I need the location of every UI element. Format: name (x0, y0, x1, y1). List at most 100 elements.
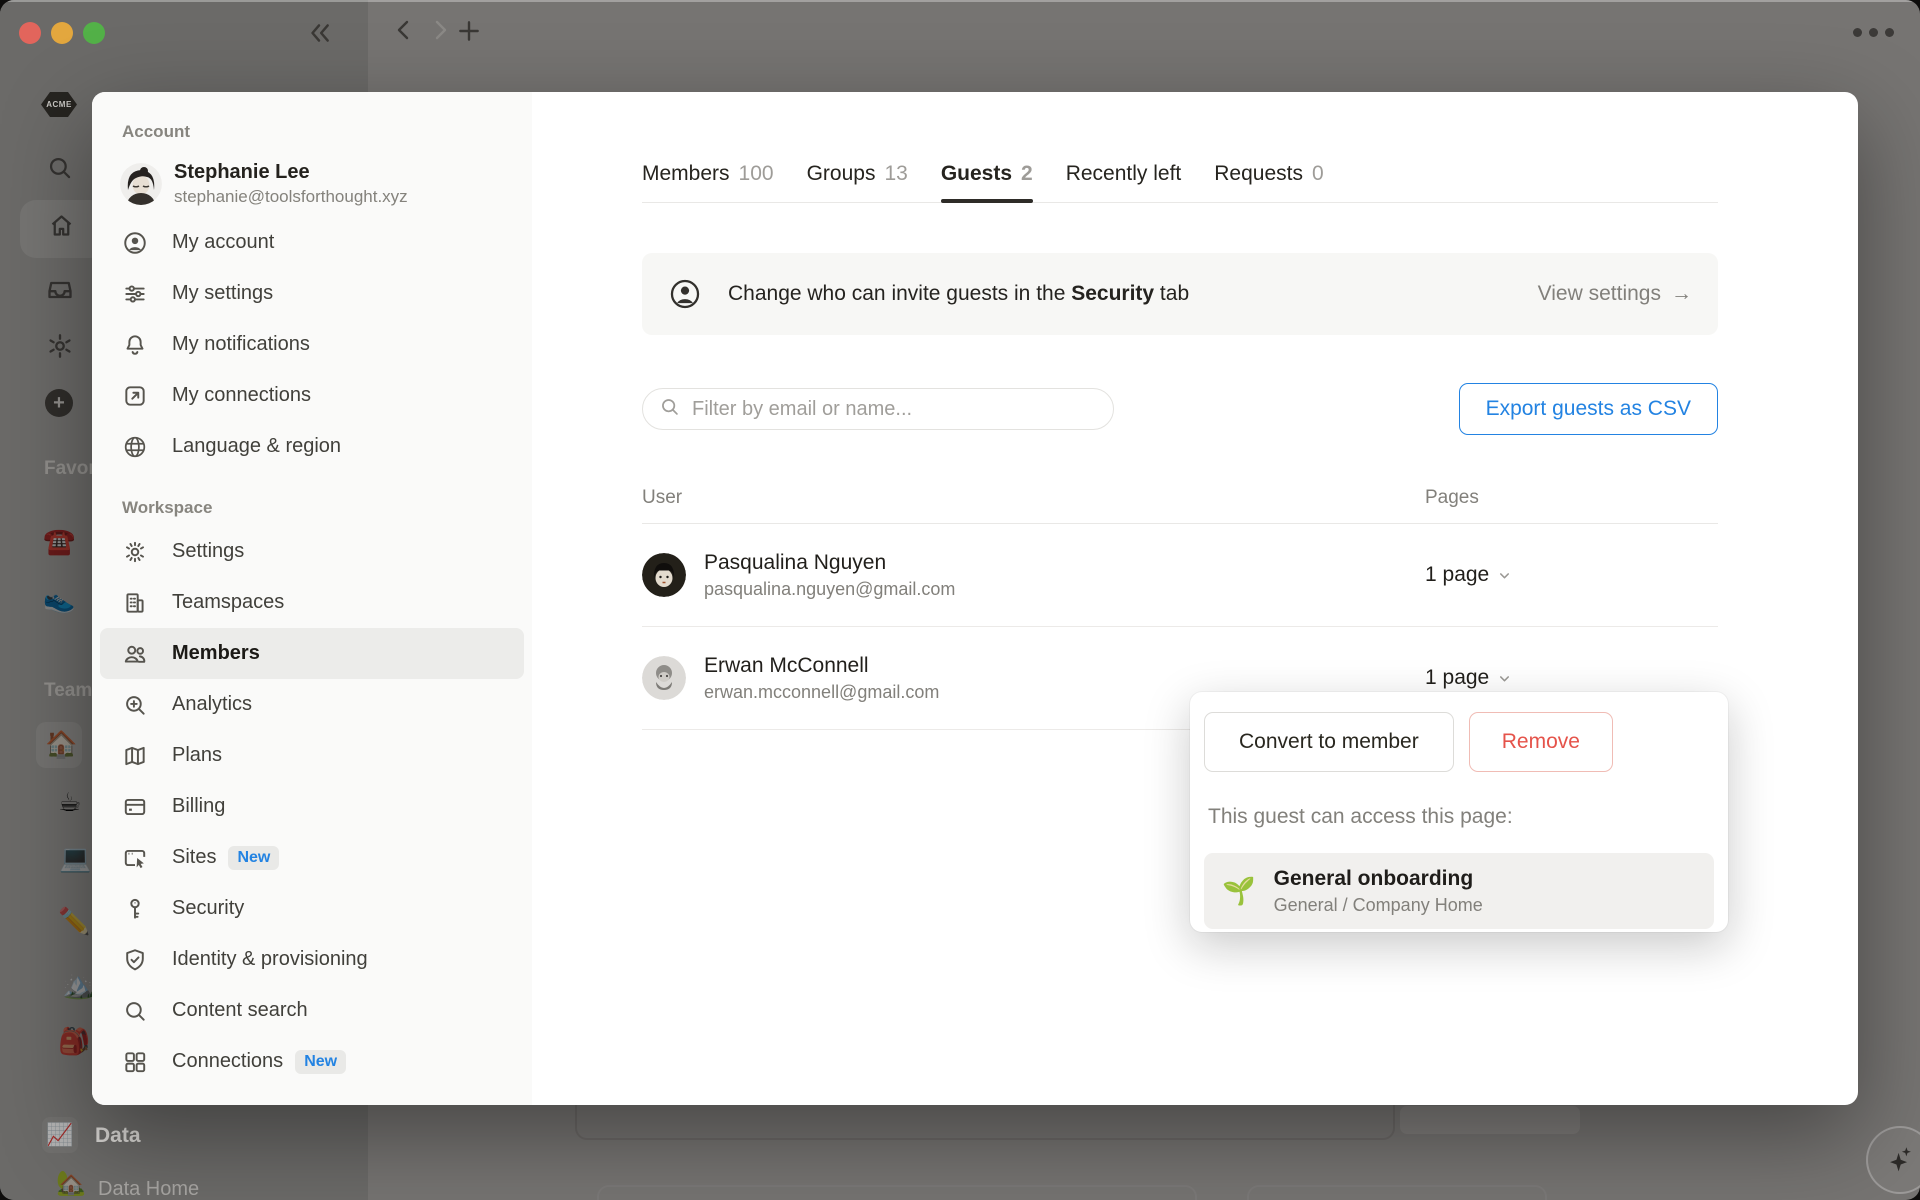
page-emoji-sneaker[interactable]: 👟 (43, 586, 75, 612)
sidebar-item-settings[interactable]: Settings (100, 526, 524, 577)
arrow-up-right-box-icon (122, 383, 148, 409)
sidebar-item-billing[interactable]: Billing (100, 781, 524, 832)
sidebar-item-my-connections[interactable]: My connections (100, 370, 524, 421)
guest-email: pasqualina.nguyen@gmail.com (704, 579, 956, 600)
background-card-fragment (1247, 1185, 1547, 1200)
map-icon (122, 743, 148, 769)
guest-pages-dropdown[interactable]: 1 page (1405, 666, 1718, 690)
tab-groups[interactable]: Groups 13 (807, 162, 908, 202)
tab-members[interactable]: Members 100 (642, 162, 774, 202)
shield-check-icon (122, 947, 148, 973)
members-tabs: Members 100 Groups 13 Guests 2 Recently lef… (642, 162, 1718, 203)
bell-icon (122, 332, 148, 358)
guest-access-caption: This guest can access this page: (1208, 805, 1513, 828)
page-breadcrumb: General / Company Home (1273, 895, 1483, 916)
ai-sparkle-button[interactable] (1866, 1126, 1920, 1194)
settings-sidebar: Account Stephanie Lee stephanie@toolsfor… (92, 92, 532, 1105)
minimize-window-button[interactable] (51, 22, 73, 44)
avatar (120, 162, 162, 205)
guest-access-page-item[interactable]: 🌱 General onboarding General / Company H… (1204, 853, 1714, 929)
key-icon (122, 896, 148, 922)
column-header-pages: Pages (1425, 487, 1479, 508)
background-button-fragment (1400, 1106, 1580, 1134)
sidebar-item-language-region[interactable]: Language & region (100, 421, 524, 472)
grid-icon (122, 1049, 148, 1075)
page-emoji-backpack[interactable]: 🎒 (58, 1028, 90, 1054)
magnifier-plus-icon (122, 692, 148, 718)
magnifier-icon (122, 998, 148, 1024)
tab-guests[interactable]: Guests 2 (940, 162, 1033, 203)
remove-guest-button[interactable]: Remove (1468, 712, 1613, 772)
more-menu-icon[interactable] (1853, 28, 1894, 37)
back-icon[interactable] (392, 18, 416, 42)
sidebar-item-content-search[interactable]: Content search (100, 985, 524, 1036)
guest-pages-dropdown[interactable]: 1 page (1405, 563, 1718, 587)
sidebar-item-security[interactable]: Security (100, 883, 524, 934)
guest-name: Erwan McConnell (704, 653, 869, 677)
column-header-user: User (642, 487, 683, 508)
page-emoji-pencil[interactable]: ✏️ (58, 908, 90, 934)
teamspaces-section-label: Teamspaces (44, 680, 92, 701)
new-badge: New (295, 1049, 347, 1074)
page-emoji-house[interactable]: 🏠 (45, 731, 77, 757)
data-page-label[interactable]: Data (95, 1124, 141, 1148)
page-title: General onboarding (1273, 866, 1474, 890)
tab-recently-left[interactable]: Recently left (1066, 162, 1182, 202)
settings-dialog: Account Stephanie Lee stephanie@toolsfor… (92, 92, 1858, 1105)
gear-icon (122, 539, 148, 565)
export-guests-csv-button[interactable]: Export guests as CSV (1458, 383, 1718, 435)
data-page-icon[interactable]: 📈 (42, 1117, 78, 1153)
guest-filter-input[interactable] (690, 396, 1097, 422)
sidebar-item-teamspaces[interactable]: Teamspaces (100, 577, 524, 628)
account-user-email: stephanie@toolsforthought.xyz (174, 187, 408, 206)
data-home-emoji[interactable]: 🏡 (56, 1172, 86, 1196)
sidebar-item-members[interactable]: Members (100, 628, 524, 679)
new-page-icon[interactable]: + (45, 389, 73, 417)
avatar (642, 656, 686, 700)
forward-icon[interactable] (428, 18, 452, 42)
home-icon[interactable] (48, 212, 75, 244)
sidebar-item-my-account[interactable]: My account (100, 217, 524, 268)
search-icon (659, 396, 680, 422)
sliders-icon (122, 281, 148, 307)
close-window-button[interactable] (19, 22, 41, 44)
page-emoji-coffee[interactable]: ☕ (58, 789, 81, 815)
new-badge: New (228, 845, 280, 870)
browser-cursor-icon (122, 845, 148, 871)
view-settings-link[interactable]: View settings → (1538, 282, 1692, 306)
sidebar-item-my-settings[interactable]: My settings (100, 268, 524, 319)
sidebar-item-analytics[interactable]: Analytics (100, 679, 524, 730)
guest-actions-popup: Convert to member Remove This guest can … (1190, 692, 1728, 932)
globe-icon (122, 434, 148, 460)
sidebar-collapse-icon[interactable] (306, 20, 332, 46)
guest-email: erwan.mcconnell@gmail.com (704, 682, 940, 703)
chevron-down-icon (1497, 671, 1512, 686)
zoom-window-button[interactable] (83, 22, 105, 44)
sidebar-item-connections[interactable]: Connections New (100, 1036, 524, 1087)
convert-to-member-button[interactable]: Convert to member (1204, 712, 1454, 772)
app-window: ACME + Favorites ☎️ 👟 Teamspaces 🏠 ☕ 💻 ✏… (0, 0, 1920, 1200)
data-home-label[interactable]: Data Home (98, 1178, 199, 1200)
search-icon[interactable] (46, 154, 73, 186)
new-tab-icon[interactable] (456, 18, 482, 44)
settings-content: Members 100 Groups 13 Guests 2 Recently lef… (532, 92, 1858, 1105)
account-user[interactable]: Stephanie Lee stephanie@toolsforthought.… (120, 160, 524, 207)
page-emoji-phone[interactable]: ☎️ (43, 528, 75, 554)
avatar (642, 553, 686, 597)
sidebar-item-sites[interactable]: Sites New (100, 832, 524, 883)
page-emoji-laptop[interactable]: 💻 (59, 845, 91, 871)
sidebar-item-plans[interactable]: Plans (100, 730, 524, 781)
tab-requests[interactable]: Requests 0 (1214, 162, 1323, 202)
page-emoji-mountain[interactable]: 🏔️ (62, 972, 94, 998)
sidebar-item-identity-provisioning[interactable]: Identity & provisioning (100, 934, 524, 985)
credit-card-icon (122, 794, 148, 820)
chevron-down-icon (1497, 568, 1512, 583)
sidebar-item-my-notifications[interactable]: My notifications (100, 319, 524, 370)
inbox-icon[interactable] (46, 276, 74, 309)
workspace-section-title: Workspace (122, 498, 213, 517)
invite-guests-banner: Change who can invite guests in the Secu… (642, 253, 1718, 335)
people-icon (122, 641, 148, 667)
seedling-page-icon: 🌱 (1222, 875, 1256, 906)
settings-icon[interactable] (46, 332, 74, 365)
banner-text: Change who can invite guests in the Secu… (728, 282, 1190, 305)
